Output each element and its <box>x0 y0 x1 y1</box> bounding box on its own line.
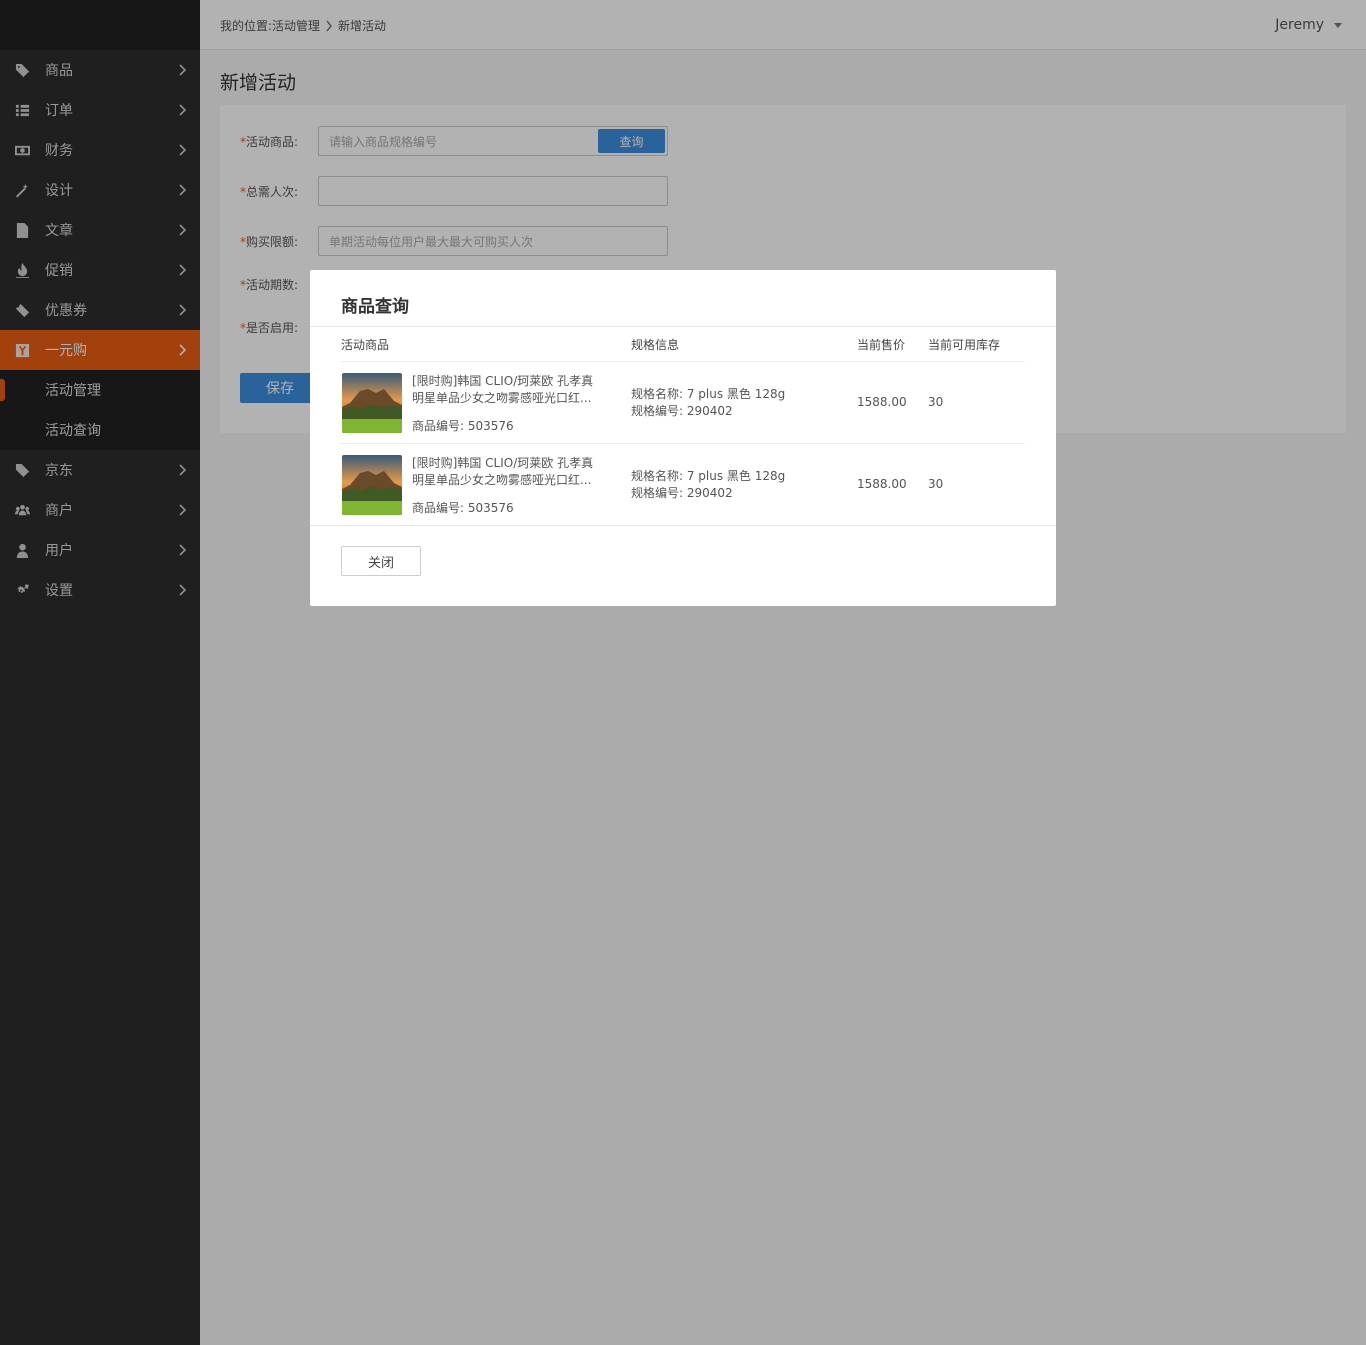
spec-info: 规格名称: 7 plus 黑色 128g 规格编号: 290402 <box>631 387 786 418</box>
divider <box>310 326 1056 327</box>
spec-info: 规格名称: 7 plus 黑色 128g 规格编号: 290402 <box>631 469 786 500</box>
product-query-modal: 商品查询 活动商品 规格信息 当前售价 当前可用库存 [限时购]韩国 CLIO/… <box>310 270 1056 606</box>
product-thumbnail <box>342 373 402 433</box>
product-code: 商品编号: 503576 <box>412 419 514 433</box>
divider <box>341 443 1025 444</box>
product-name[interactable]: [限时购]韩国 CLIO/珂莱欧 孔孝真 明星单品少女之吻雾感哑光口红... <box>412 455 607 489</box>
column-header-stock: 当前可用库存 <box>928 338 1001 352</box>
product-code: 商品编号: 503576 <box>412 501 514 515</box>
divider <box>341 361 1025 362</box>
column-header-product: 活动商品 <box>341 338 390 352</box>
column-header-price: 当前售价 <box>857 338 906 352</box>
stock-cell: 30 <box>928 477 944 491</box>
modal-title: 商品查询 <box>341 297 409 317</box>
price-cell: 1588.00 <box>857 477 907 491</box>
close-button[interactable]: 关闭 <box>341 546 421 576</box>
price-cell: 1588.00 <box>857 395 907 409</box>
modal-backdrop[interactable] <box>0 0 1366 1345</box>
product-name[interactable]: [限时购]韩国 CLIO/珂莱欧 孔孝真 明星单品少女之吻雾感哑光口红... <box>412 373 607 407</box>
divider <box>310 525 1056 526</box>
column-header-spec: 规格信息 <box>631 338 680 352</box>
product-thumbnail <box>342 455 402 515</box>
stock-cell: 30 <box>928 395 944 409</box>
